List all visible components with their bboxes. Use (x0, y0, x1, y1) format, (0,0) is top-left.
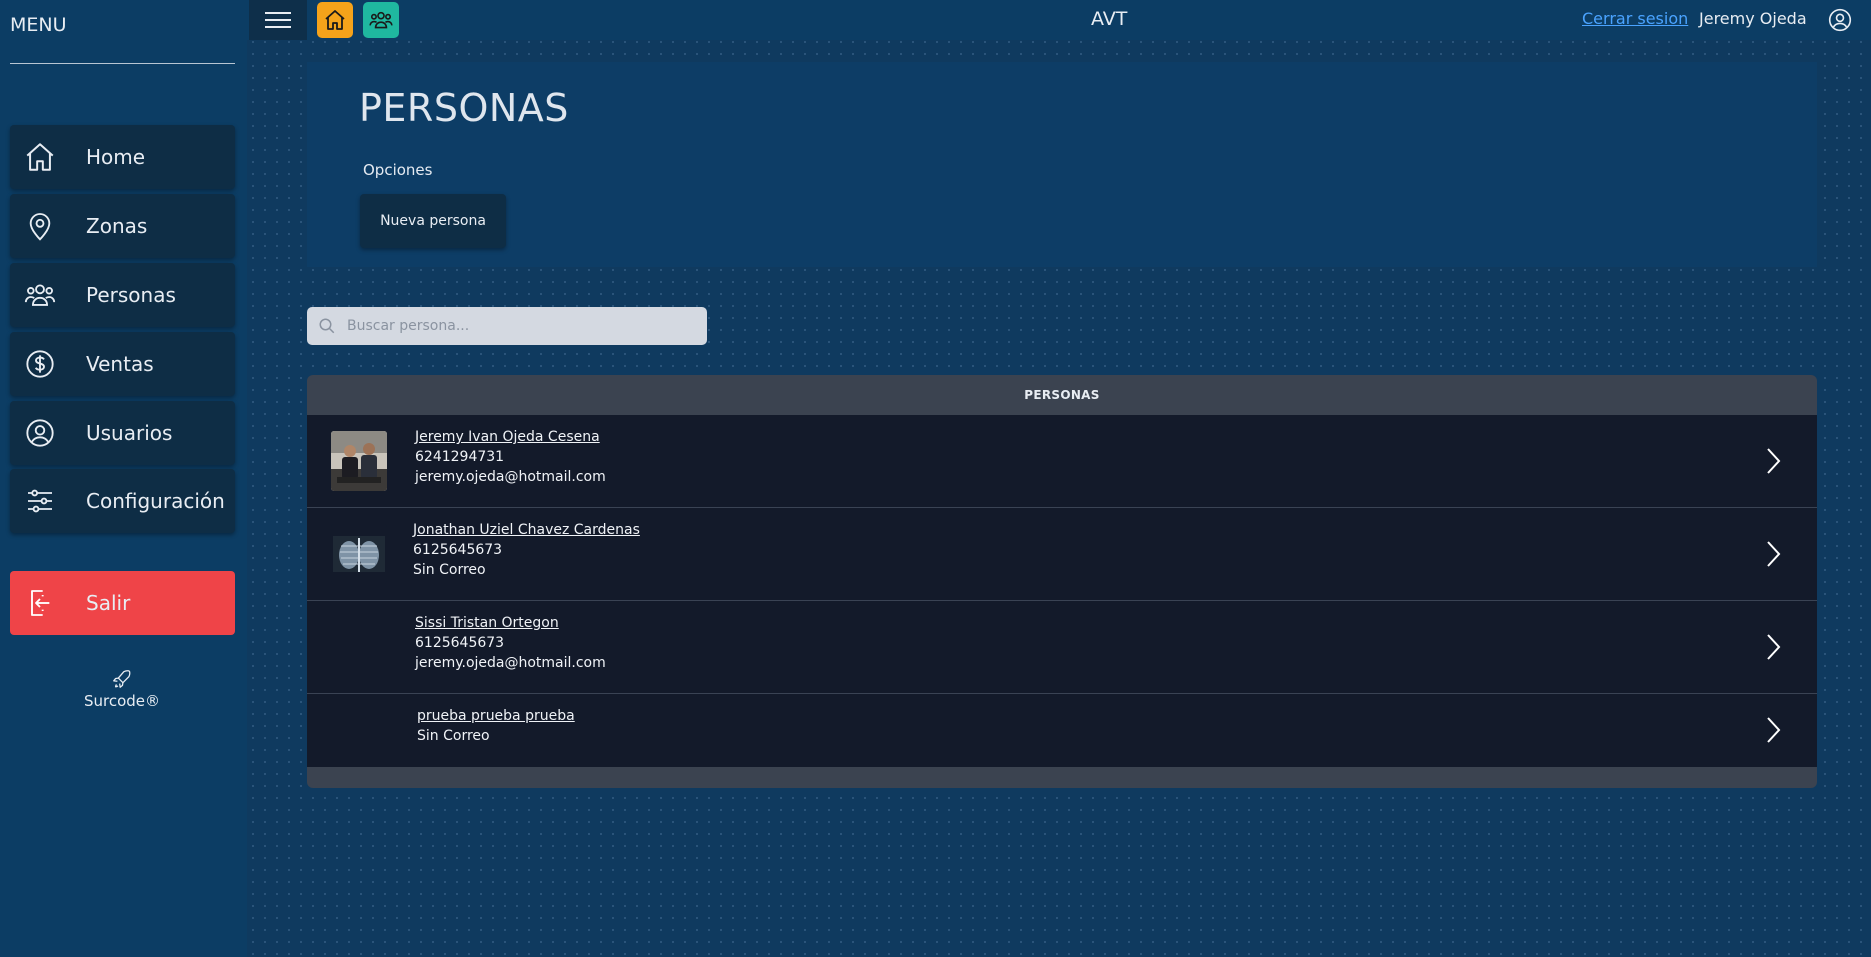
person-email: Sin Correo (417, 728, 490, 744)
sidebar-item-label: Zonas (86, 214, 148, 238)
person-info: Sissi Tristan Ortegon 6125645673 jeremy.… (415, 613, 606, 673)
person-name-link[interactable]: prueba prueba prueba (417, 706, 575, 726)
avatar (331, 524, 387, 584)
sidebar-item-label: Configuración (86, 489, 225, 513)
person-name-link[interactable]: Jeremy Ivan Ojeda Cesena (415, 427, 606, 447)
sidebar-item-label: Personas (86, 283, 176, 307)
page-title: PERSONAS (359, 86, 569, 130)
users-icon (369, 11, 393, 29)
sidebar-item-label: Ventas (86, 352, 154, 376)
header-panel: PERSONAS Opciones Nueva persona (307, 62, 1817, 267)
brand-label: Surcode® (83, 692, 161, 710)
avatar (331, 431, 387, 491)
sidebar-item-ventas[interactable]: Ventas (10, 332, 235, 396)
sidebar-item-personas[interactable]: Personas (10, 263, 235, 327)
home-shortcut-button[interactable] (317, 2, 353, 38)
sidebar-item-configuracion[interactable]: Configuración (10, 469, 235, 533)
person-info: Jonathan Uziel Chavez Cardenas 612564567… (413, 520, 640, 580)
topbar: AVT Cerrar sesion Jeremy Ojeda (247, 0, 1871, 40)
search-box (307, 307, 707, 345)
app-title: AVT (1091, 8, 1128, 30)
search-input[interactable] (347, 318, 687, 334)
dollar-icon (22, 346, 58, 382)
table-header: PERSONAS (1024, 388, 1100, 402)
brand: Surcode® (60, 668, 184, 710)
users-icon (22, 277, 58, 313)
options-label: Opciones (363, 161, 433, 179)
sidebar-item-zonas[interactable]: Zonas (10, 194, 235, 258)
hamburger-button[interactable] (249, 0, 307, 40)
main-content: AVT Cerrar sesion Jeremy Ojeda PERSONAS … (247, 0, 1871, 957)
person-phone: 6241294731 (415, 449, 505, 465)
user-circle-icon (22, 415, 58, 451)
table-row[interactable]: Jonathan Uziel Chavez Cardenas 612564567… (307, 508, 1817, 601)
user-name: Jeremy Ojeda (1699, 9, 1807, 28)
person-name-link[interactable]: Jonathan Uziel Chavez Cardenas (413, 520, 640, 540)
person-name-link[interactable]: Sissi Tristan Ortegon (415, 613, 606, 633)
exit-button[interactable]: Salir (10, 571, 235, 635)
sidebar-item-label: Usuarios (86, 421, 173, 445)
table-row[interactable]: Jeremy Ivan Ojeda Cesena 6241294731 jere… (307, 415, 1817, 508)
menu-divider (10, 63, 235, 64)
table-row[interactable]: prueba prueba prueba Sin Correo (307, 694, 1817, 767)
menu-icon (265, 12, 291, 28)
person-info: Jeremy Ivan Ojeda Cesena 6241294731 jere… (415, 427, 606, 487)
person-phone: 6125645673 (413, 542, 503, 558)
new-person-button[interactable]: Nueva persona (360, 194, 506, 248)
rocket-icon (113, 670, 131, 688)
person-email: jeremy.ojeda@hotmail.com (415, 469, 606, 485)
sidebar-item-label: Home (86, 145, 146, 169)
sliders-icon (22, 483, 58, 519)
chevron-right-icon[interactable] (1765, 540, 1781, 568)
search-icon (317, 316, 337, 336)
exit-label: Salir (86, 591, 131, 615)
table-row[interactable]: Sissi Tristan Ortegon 6125645673 jeremy.… (307, 601, 1817, 694)
sign-out-icon (22, 585, 58, 621)
menu-title: MENU (10, 14, 67, 36)
home-icon (325, 10, 345, 30)
person-info: prueba prueba prueba Sin Correo (417, 706, 575, 746)
person-email: jeremy.ojeda@hotmail.com (415, 655, 606, 671)
logout-link[interactable]: Cerrar sesion (1582, 9, 1688, 28)
chevron-right-icon[interactable] (1765, 633, 1781, 661)
people-table: PERSONAS Jeremy Ivan Ojeda Cesena 624129… (307, 375, 1817, 788)
chevron-right-icon[interactable] (1765, 447, 1781, 475)
home-icon (22, 139, 58, 175)
chevron-right-icon[interactable] (1765, 716, 1781, 744)
sidebar-item-home[interactable]: Home (10, 125, 235, 189)
map-pin-icon (22, 208, 58, 244)
sidebar-item-usuarios[interactable]: Usuarios (10, 401, 235, 465)
people-shortcut-button[interactable] (363, 2, 399, 38)
sidebar: MENU Home Zonas Personas Ventas Usuarios (0, 0, 247, 957)
person-email: Sin Correo (413, 562, 486, 578)
user-circle-icon[interactable] (1827, 7, 1853, 33)
person-phone: 6125645673 (415, 635, 505, 651)
